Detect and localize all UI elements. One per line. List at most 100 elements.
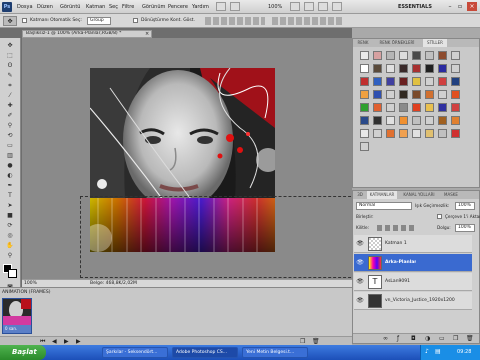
style-swatch[interactable] xyxy=(425,90,434,99)
layer-name[interactable]: Arka-Planlar xyxy=(385,259,416,267)
transform-bounding-box[interactable] xyxy=(80,196,356,278)
visibility-eye-icon[interactable]: 👁 xyxy=(356,240,364,248)
pen-tool-icon[interactable]: ✒ xyxy=(3,181,17,190)
style-swatch[interactable] xyxy=(360,77,369,86)
menu-goruntu[interactable]: Görüntü xyxy=(60,3,80,11)
zoom-icon[interactable] xyxy=(304,2,314,11)
layer-style-icon[interactable]: ƒ xyxy=(397,335,405,343)
close-icon[interactable]: × xyxy=(467,2,477,11)
quick-select-tool-icon[interactable]: ✎ xyxy=(3,71,17,80)
status-zoom[interactable]: 100% xyxy=(24,280,37,287)
menu-duzen[interactable]: Düzen xyxy=(37,3,53,11)
lasso-tool-icon[interactable]: ʘ xyxy=(3,61,17,70)
style-swatch[interactable] xyxy=(412,103,421,112)
zoom-level[interactable]: 100% xyxy=(268,3,282,11)
propagate-frame-checkbox[interactable] xyxy=(437,214,442,219)
background-color-swatch[interactable] xyxy=(8,269,17,278)
frame-delay[interactable]: 0 san. xyxy=(5,326,17,331)
delete-layer-icon[interactable]: 🗑 xyxy=(466,335,474,343)
eyedropper-tool-icon[interactable]: ⁄ xyxy=(3,91,17,100)
tab-color[interactable]: RENK xyxy=(355,39,371,47)
menu-sec[interactable]: Seç xyxy=(109,3,118,11)
tab-swatches[interactable]: RENK ÖRNEKLERİ xyxy=(373,39,421,47)
blend-mode-dropdown[interactable]: Normal xyxy=(356,202,412,210)
style-swatch[interactable] xyxy=(451,77,460,86)
brush-tool-icon[interactable]: ✐ xyxy=(3,111,17,120)
style-swatch[interactable] xyxy=(438,103,447,112)
style-swatch[interactable] xyxy=(373,116,382,125)
tab-channels-paths[interactable]: KANAL YOLLARI xyxy=(399,191,439,199)
3d-orbit-tool-icon[interactable]: ◎ xyxy=(3,231,17,240)
style-swatch[interactable] xyxy=(360,64,369,73)
style-swatch[interactable] xyxy=(373,77,382,86)
taskbar-item-photoshop[interactable]: Adobe Photoshop CS... xyxy=(172,347,238,358)
style-swatch[interactable] xyxy=(360,129,369,138)
style-swatch[interactable] xyxy=(373,64,382,73)
dodge-tool-icon[interactable]: ◐ xyxy=(3,171,17,180)
style-swatch[interactable] xyxy=(386,90,395,99)
eraser-tool-icon[interactable]: ▭ xyxy=(3,141,17,150)
style-swatch[interactable] xyxy=(373,90,382,99)
clone-stamp-tool-icon[interactable]: ⚲ xyxy=(3,121,17,130)
style-swatch[interactable] xyxy=(425,116,434,125)
layer-name[interactable]: AsLan9091 xyxy=(385,278,410,286)
arrange-documents-icon[interactable] xyxy=(332,2,342,11)
style-swatch[interactable] xyxy=(438,129,447,138)
style-swatch[interactable] xyxy=(438,90,447,99)
style-swatch[interactable] xyxy=(360,142,369,151)
new-group-icon[interactable]: ▭ xyxy=(439,335,447,343)
visibility-eye-icon[interactable]: 👁 xyxy=(356,259,364,267)
move-tool-icon[interactable]: ✥ xyxy=(3,41,17,50)
workspace-switcher[interactable]: ESSENTIALS xyxy=(398,3,432,11)
animation-panel-title[interactable]: ANIMATION (FRAMES) xyxy=(2,289,51,296)
path-selection-tool-icon[interactable]: ➤ xyxy=(3,201,17,210)
style-swatch[interactable] xyxy=(373,103,382,112)
tab-styles[interactable]: STİLLER xyxy=(423,39,447,47)
rotate-view-icon[interactable] xyxy=(318,2,328,11)
fill-input[interactable]: 100% xyxy=(455,224,475,232)
minimize-icon[interactable]: – xyxy=(446,3,454,11)
crop-tool-icon[interactable]: ⌗ xyxy=(3,81,17,90)
style-swatch[interactable] xyxy=(386,103,395,112)
style-swatch[interactable] xyxy=(386,77,395,86)
hand-tool-icon[interactable]: ✋ xyxy=(3,241,17,250)
style-swatch[interactable] xyxy=(451,51,460,60)
style-swatch[interactable] xyxy=(412,51,421,60)
menu-yardim[interactable]: Yardım xyxy=(192,3,209,11)
style-swatch[interactable] xyxy=(412,64,421,73)
style-swatch[interactable] xyxy=(438,51,447,60)
taskbar-item-music[interactable]: Şarkılar - Seksendört... xyxy=(102,347,168,358)
style-swatch[interactable] xyxy=(425,51,434,60)
style-swatch[interactable] xyxy=(451,103,460,112)
history-brush-tool-icon[interactable]: ⟲ xyxy=(3,131,17,140)
show-transform-checkbox[interactable] xyxy=(133,18,138,23)
style-swatch[interactable] xyxy=(451,116,460,125)
menu-gorunum[interactable]: Görünüm xyxy=(142,3,165,11)
layer-name[interactable]: vn_Victoria_Justice_1920x1200 xyxy=(385,297,469,305)
start-button[interactable]: Başlat xyxy=(0,345,46,360)
3d-rotate-tool-icon[interactable]: ⟳ xyxy=(3,221,17,230)
new-layer-icon[interactable]: ❐ xyxy=(453,335,461,343)
style-swatch[interactable] xyxy=(438,116,447,125)
menu-dosya[interactable]: Dosya xyxy=(17,3,33,11)
menu-filtre[interactable]: Filtre xyxy=(122,3,134,11)
healing-brush-tool-icon[interactable]: ✚ xyxy=(3,101,17,110)
taskbar-item-notepad[interactable]: Yeni Metin Belgesi.t... xyxy=(242,347,308,358)
style-swatch[interactable] xyxy=(360,103,369,112)
blur-tool-icon[interactable]: ● xyxy=(3,161,17,170)
link-layers-icon[interactable]: ∞ xyxy=(383,335,391,343)
layer-row[interactable]: 👁 Katman 1 xyxy=(354,235,472,253)
layer-name[interactable]: Katman 1 xyxy=(385,240,407,248)
type-tool-icon[interactable]: T xyxy=(3,191,17,200)
visibility-eye-icon[interactable]: 👁 xyxy=(356,297,364,305)
style-swatch[interactable] xyxy=(425,103,434,112)
style-swatch[interactable] xyxy=(386,51,395,60)
hand-icon[interactable] xyxy=(290,2,300,11)
document-close-icon[interactable]: × xyxy=(145,31,149,37)
style-swatch[interactable] xyxy=(399,51,408,60)
style-swatch[interactable] xyxy=(386,129,395,138)
style-swatch[interactable] xyxy=(373,51,382,60)
style-swatch[interactable] xyxy=(412,77,421,86)
volume-icon[interactable]: ♪ xyxy=(425,348,433,356)
style-swatch[interactable] xyxy=(386,116,395,125)
